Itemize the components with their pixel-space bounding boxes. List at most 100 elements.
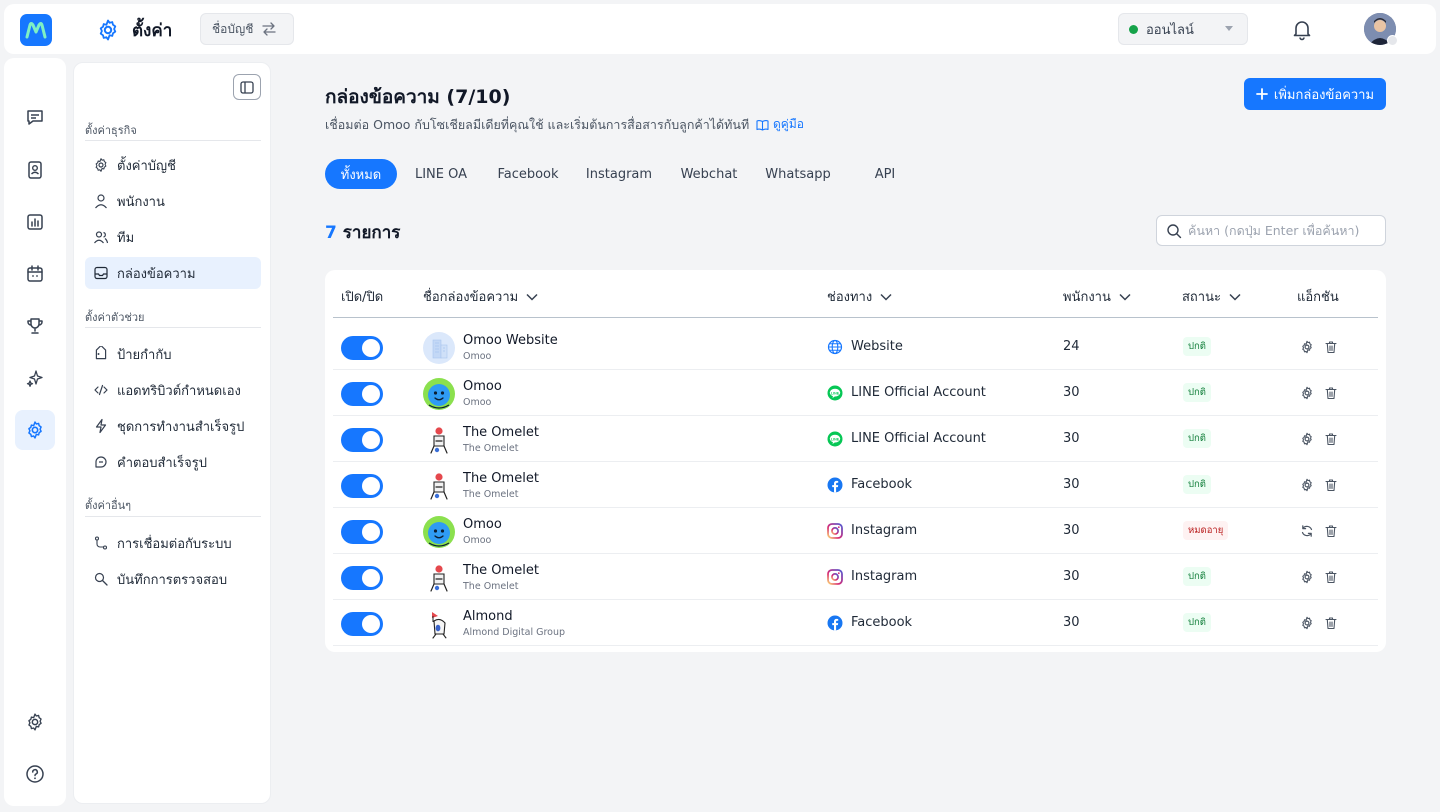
chevron-down-icon xyxy=(880,293,892,301)
sidebar-item-labels[interactable]: ป้ายกำกับ xyxy=(85,338,261,370)
tab-whatsapp[interactable]: Whatsapp xyxy=(760,159,836,189)
add-inbox-button[interactable]: เพิ่มกล่องข้อความ xyxy=(1244,78,1386,110)
trash-icon[interactable] xyxy=(1324,340,1338,354)
notification-bell-icon[interactable] xyxy=(1290,17,1314,41)
settings-gear-icon xyxy=(28,421,42,439)
staff-count: 30 xyxy=(1063,569,1080,584)
guide-link[interactable]: ดูคู่มือ xyxy=(756,115,804,134)
sidebar-item-staff[interactable]: พนักงาน xyxy=(85,185,261,217)
inbox-account: Omoo xyxy=(463,351,492,362)
trash-icon[interactable] xyxy=(1324,524,1338,538)
trash-icon[interactable] xyxy=(1324,616,1338,630)
omelet-avatar xyxy=(423,424,455,456)
account-switch-button[interactable]: ชื่อบัญชี xyxy=(200,13,294,45)
channel-name: Instagram xyxy=(851,523,918,538)
section-divider xyxy=(85,327,261,328)
gear-icon[interactable] xyxy=(1300,340,1314,354)
caret-down-icon xyxy=(1225,26,1233,31)
avatar-chevron-icon xyxy=(1387,35,1398,46)
inbox-name[interactable]: Omoo xyxy=(463,517,502,532)
tab-instagram[interactable]: Instagram xyxy=(580,159,658,189)
inbox-name[interactable]: Omoo Website xyxy=(463,333,558,348)
staff-count: 24 xyxy=(1063,339,1080,354)
table-row: The Omelet The Omelet LINE LINE Official… xyxy=(333,416,1378,462)
instagram-icon xyxy=(827,523,843,539)
omoo-logo-icon xyxy=(25,22,47,39)
collapse-sidebar-button[interactable] xyxy=(233,74,261,100)
inbox-name[interactable]: The Omelet xyxy=(463,471,539,486)
add-inbox-label: เพิ่มกล่องข้อความ xyxy=(1273,87,1375,103)
inbox-avatar xyxy=(423,516,455,548)
icon-rail xyxy=(4,58,66,806)
inbox-enabled-toggle[interactable] xyxy=(341,428,383,452)
column-header-status[interactable]: สถานะ xyxy=(1182,286,1241,307)
result-count: 7 รายการ xyxy=(325,219,400,246)
column-header-label: ช่องทาง xyxy=(827,290,873,305)
gear-icon[interactable] xyxy=(1300,432,1314,446)
inbox-enabled-toggle[interactable] xyxy=(341,336,383,360)
tab-webchat[interactable]: Webchat xyxy=(672,159,746,189)
sidebar-item-macros[interactable]: ชุดการทำงานสำเร็จรูป xyxy=(85,410,261,442)
sidebar-item-label: กล่องข้อความ xyxy=(117,266,196,282)
tab-line-oa[interactable]: LINE OA xyxy=(406,159,476,189)
inbox-enabled-toggle[interactable] xyxy=(341,520,383,544)
inbox-enabled-toggle[interactable] xyxy=(341,566,383,590)
trash-icon[interactable] xyxy=(1324,570,1338,584)
gear-icon[interactable] xyxy=(1300,386,1314,400)
rail-calendar[interactable] xyxy=(15,254,55,294)
rail-reports[interactable] xyxy=(15,202,55,242)
search-document-icon xyxy=(94,572,108,586)
sidebar-item-account-settings[interactable]: ตั้งค่าบัญชี xyxy=(85,149,261,181)
sidebar-item-audit-log[interactable]: บันทึกการตรวจสอบ xyxy=(85,563,261,595)
trash-icon[interactable] xyxy=(1324,432,1338,446)
sidebar-item-inbox[interactable]: กล่องข้อความ xyxy=(85,257,261,289)
column-header-staff[interactable]: พนักงาน xyxy=(1063,286,1131,307)
inbox-enabled-toggle[interactable] xyxy=(341,382,383,406)
rail-settings[interactable] xyxy=(15,410,55,450)
sidebar-item-custom-attributes[interactable]: แอดทริบิวต์กำหนดเอง xyxy=(85,374,261,406)
bar-chart-icon xyxy=(27,214,43,230)
sidebar-item-team[interactable]: ทีม xyxy=(85,221,261,253)
search-input[interactable] xyxy=(1188,223,1378,238)
settings-sidebar: ตั้งค่าธุรกิจ ตั้งค่าบัญชี พนักงาน ทีม ก… xyxy=(73,62,271,804)
table-row: The Omelet The Omelet Instagram 30 ปกติ xyxy=(333,554,1378,600)
inbox-name[interactable]: Almond xyxy=(463,609,513,624)
inbox-account: The Omelet xyxy=(463,581,519,592)
gear-icon xyxy=(28,713,42,731)
rail-ai[interactable] xyxy=(15,358,55,398)
column-header-name[interactable]: ชื่อกล่องข้อความ xyxy=(423,286,538,307)
tab-facebook[interactable]: Facebook xyxy=(490,159,566,189)
table-row: Omoo Omoo Instagram 30 หมดอายุ xyxy=(333,508,1378,554)
online-status-label: ออนไลน์ xyxy=(1146,22,1194,38)
gear-icon[interactable] xyxy=(1300,478,1314,492)
instagram-icon xyxy=(827,569,843,585)
tab-all[interactable]: ทั้งหมด xyxy=(325,159,397,189)
gear-icon[interactable] xyxy=(1300,616,1314,630)
code-icon xyxy=(94,384,108,396)
inbox-account: Almond Digital Group xyxy=(463,627,566,638)
sidebar-item-integrations[interactable]: การเชื่อมต่อกับระบบ xyxy=(85,527,261,559)
rail-preferences[interactable] xyxy=(15,702,55,742)
inbox-enabled-toggle[interactable] xyxy=(341,474,383,498)
channel-name: Facebook xyxy=(851,477,913,492)
refresh-icon[interactable] xyxy=(1300,524,1314,538)
inbox-name[interactable]: Omoo xyxy=(463,379,502,394)
inbox-enabled-toggle[interactable] xyxy=(341,612,383,636)
inbox-name[interactable]: The Omelet xyxy=(463,563,539,578)
column-header-toggle: เปิด/ปิด xyxy=(341,286,383,307)
trash-icon[interactable] xyxy=(1324,386,1338,400)
inbox-name[interactable]: The Omelet xyxy=(463,425,539,440)
tab-api[interactable]: API xyxy=(864,159,906,189)
rail-contacts[interactable] xyxy=(15,150,55,190)
column-header-channel[interactable]: ช่องทาง xyxy=(827,286,892,307)
rail-help[interactable] xyxy=(15,754,55,794)
sidebar-item-canned-responses[interactable]: คำตอบสำเร็จรูป xyxy=(85,446,261,478)
trash-icon[interactable] xyxy=(1324,478,1338,492)
rail-chat[interactable] xyxy=(15,98,55,138)
online-status-select[interactable]: ออนไลน์ xyxy=(1118,13,1248,45)
omoo-logo[interactable] xyxy=(20,14,52,46)
rail-rewards[interactable] xyxy=(15,306,55,346)
gear-icon[interactable] xyxy=(1300,570,1314,584)
integration-icon xyxy=(94,536,108,550)
globe-icon xyxy=(827,339,843,355)
